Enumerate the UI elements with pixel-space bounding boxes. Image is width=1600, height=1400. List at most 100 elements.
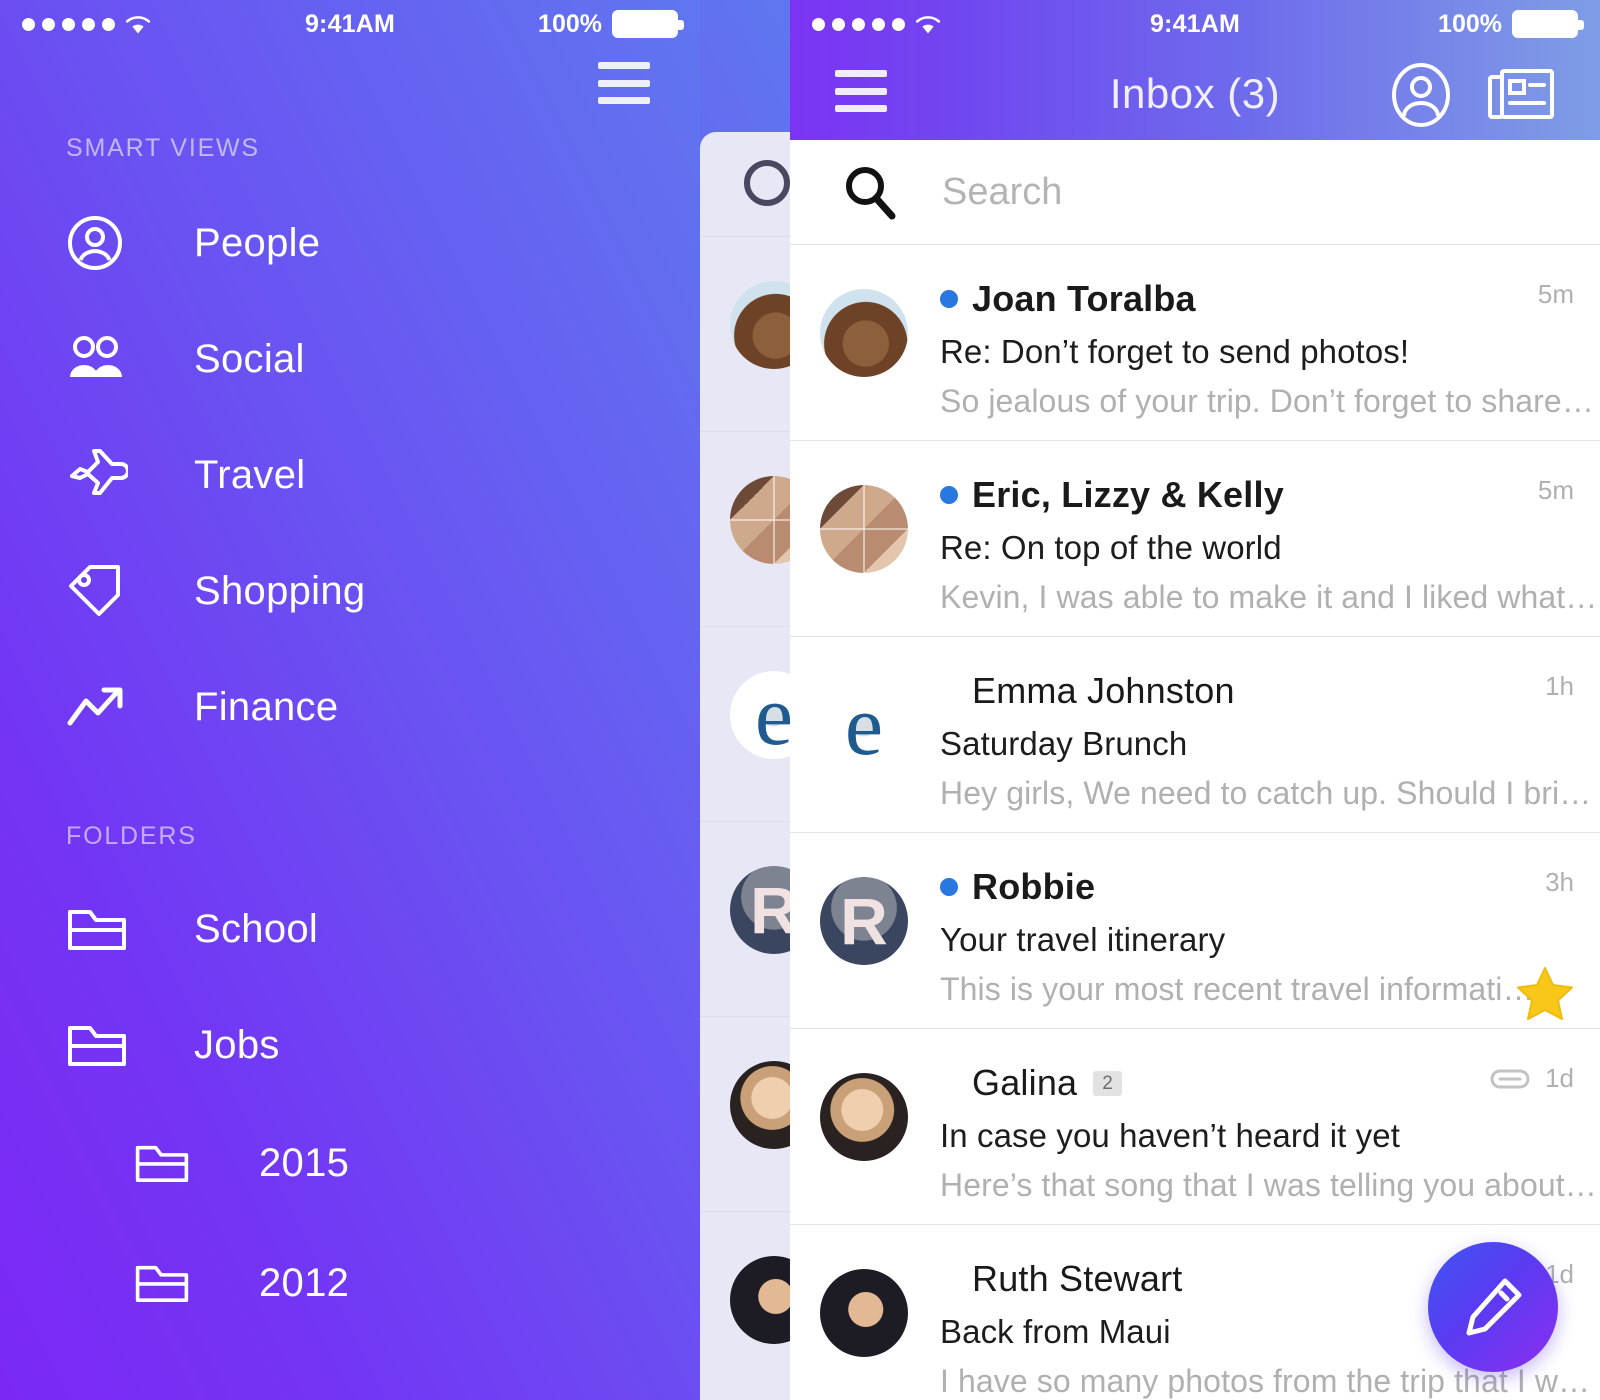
mail-subject: Your travel itinerary [940,921,1226,958]
status-bar: 9:41AM 100% [790,0,1600,48]
mail-timestamp: 5m [1537,279,1574,309]
navigation-drawer: 9:41AM 100% SMART VIEWS People Social Tr… [0,0,700,1400]
status-bar-right: 100% [1438,9,1584,39]
search-icon [744,160,790,206]
status-bar: 9:41AM 100% [0,0,700,48]
news-card-icon[interactable] [1486,65,1556,125]
folder-icon [66,1020,136,1070]
drawer-item-label: Shopping [194,568,366,613]
mail-subject: Re: Don’t forget to send photos! [940,333,1410,370]
drawer-menu-button[interactable] [598,62,650,104]
thread-count-badge: 2 [1093,1070,1122,1096]
avatar [730,281,790,369]
mail-preview: Kevin, I was able to make it and I liked… [940,579,1598,615]
mail-sender: Ruth Stewart [972,1258,1183,1299]
person-circle-icon [66,214,136,272]
table-row[interactable]: Eric, Lizzy & Kelly Re: On top of the wo… [790,441,1600,637]
drawer-item-shopping[interactable]: Shopping [0,533,700,649]
peek-list-item [700,627,790,822]
mail-meta: 1d [1489,1063,1574,1094]
mail-timestamp: 1d [1545,1063,1574,1093]
mail-sender: Eric, Lizzy & Kelly [972,474,1284,515]
mail-timestamp: 3h [1545,867,1574,897]
section-header-folders: FOLDERS [66,822,197,850]
drawer-folder-label: 2012 [259,1260,350,1305]
battery-icon [612,10,684,38]
avatar [820,1073,908,1161]
avatar [730,1256,790,1344]
search-icon [842,164,900,220]
search-bar[interactable] [790,140,1600,245]
mail-content: Robbie Your travel itinerary This is you… [940,863,1600,1008]
mail-subject: In case you haven’t heard it yet [940,1117,1400,1154]
drawer-item-finance[interactable]: Finance [0,649,700,765]
mail-meta: 1h [1545,671,1574,702]
peek-inbox-panel[interactable] [700,132,790,1400]
drawer-folder-2012[interactable]: 2012 [0,1223,700,1343]
section-header-smart-views: SMART VIEWS [66,134,260,162]
drawer-folder-2015[interactable]: 2015 [0,1103,700,1223]
drawer-folder-school[interactable]: School [0,871,700,987]
folder-icon [134,1260,204,1306]
mail-sender: Emma Johnston [972,670,1235,711]
mail-sender: Galina [972,1062,1078,1103]
drawer-folder-label: Jobs [194,1022,280,1067]
mail-content: Eric, Lizzy & Kelly Re: On top of the wo… [940,471,1600,616]
mail-meta: 5m [1538,475,1574,506]
drawer-item-people[interactable]: People [0,185,700,301]
price-tag-icon [66,562,136,620]
navbar-actions [1390,62,1556,128]
peek-list-item [700,432,790,627]
table-row[interactable]: Robbie Your travel itinerary This is you… [790,833,1600,1029]
attachment-icon [1489,1066,1531,1092]
drawer-item-label: Social [194,336,305,381]
people-group-icon [66,334,136,384]
table-row[interactable]: Emma Johnston Saturday Brunch Hey girls,… [790,637,1600,833]
table-row[interactable]: Galina 2 In case you haven’t heard it ye… [790,1029,1600,1225]
drawer-item-label: People [194,220,321,265]
mail-meta: 5m [1538,279,1574,310]
inbox-navbar: Inbox (3) [790,48,1600,140]
trending-up-icon [66,685,136,729]
account-circle-icon[interactable] [1390,62,1452,128]
avatar [730,476,790,564]
mail-preview: This is your most recent travel informat… [940,971,1535,1007]
battery-icon [1512,10,1584,38]
drawer-item-label: Travel [194,452,306,497]
avatar [820,1269,908,1357]
drawer-folder-label: 2015 [259,1140,350,1185]
avatar [730,1061,790,1149]
drawer-folder-jobs[interactable]: Jobs [0,987,700,1103]
status-bar-right: 100% [538,10,684,39]
mail-preview: Here’s that song that I was telling you … [940,1167,1597,1203]
search-input[interactable] [942,170,1502,214]
drawer-item-travel[interactable]: Travel [0,417,700,533]
folder-icon [134,1140,204,1186]
peek-list-item [700,822,790,1017]
peek-search-bar [700,132,790,237]
mail-sender: Robbie [972,866,1096,907]
dual-screen-mockup: 9:41AM 100% SMART VIEWS [0,0,1600,1400]
mail-list[interactable]: Joan Toralba Re: Don’t forget to send ph… [790,245,1600,1400]
unread-dot [940,878,958,896]
unread-dot [940,486,958,504]
avatar [730,671,790,759]
drawer-item-social[interactable]: Social [0,301,700,417]
star-icon[interactable] [1516,965,1574,1021]
avatar [820,289,908,377]
battery-percent: 100% [1438,9,1502,38]
avatar [820,485,908,573]
compose-button[interactable] [1428,1242,1558,1372]
table-row[interactable]: Joan Toralba Re: Don’t forget to send ph… [790,245,1600,441]
pencil-compose-icon [1457,1271,1529,1343]
avatar [820,681,908,769]
peek-list-item [700,1212,790,1400]
mail-content: Emma Johnston Saturday Brunch Hey girls,… [940,667,1600,812]
mail-meta: 3h [1545,867,1574,898]
mail-subject: Re: On top of the world [940,529,1282,566]
drawer-item-label: Finance [194,684,339,729]
mail-subject: Saturday Brunch [940,725,1188,762]
mail-timestamp: 5m [1537,475,1574,505]
unread-dot [940,290,958,308]
mail-content: Joan Toralba Re: Don’t forget to send ph… [940,275,1600,420]
